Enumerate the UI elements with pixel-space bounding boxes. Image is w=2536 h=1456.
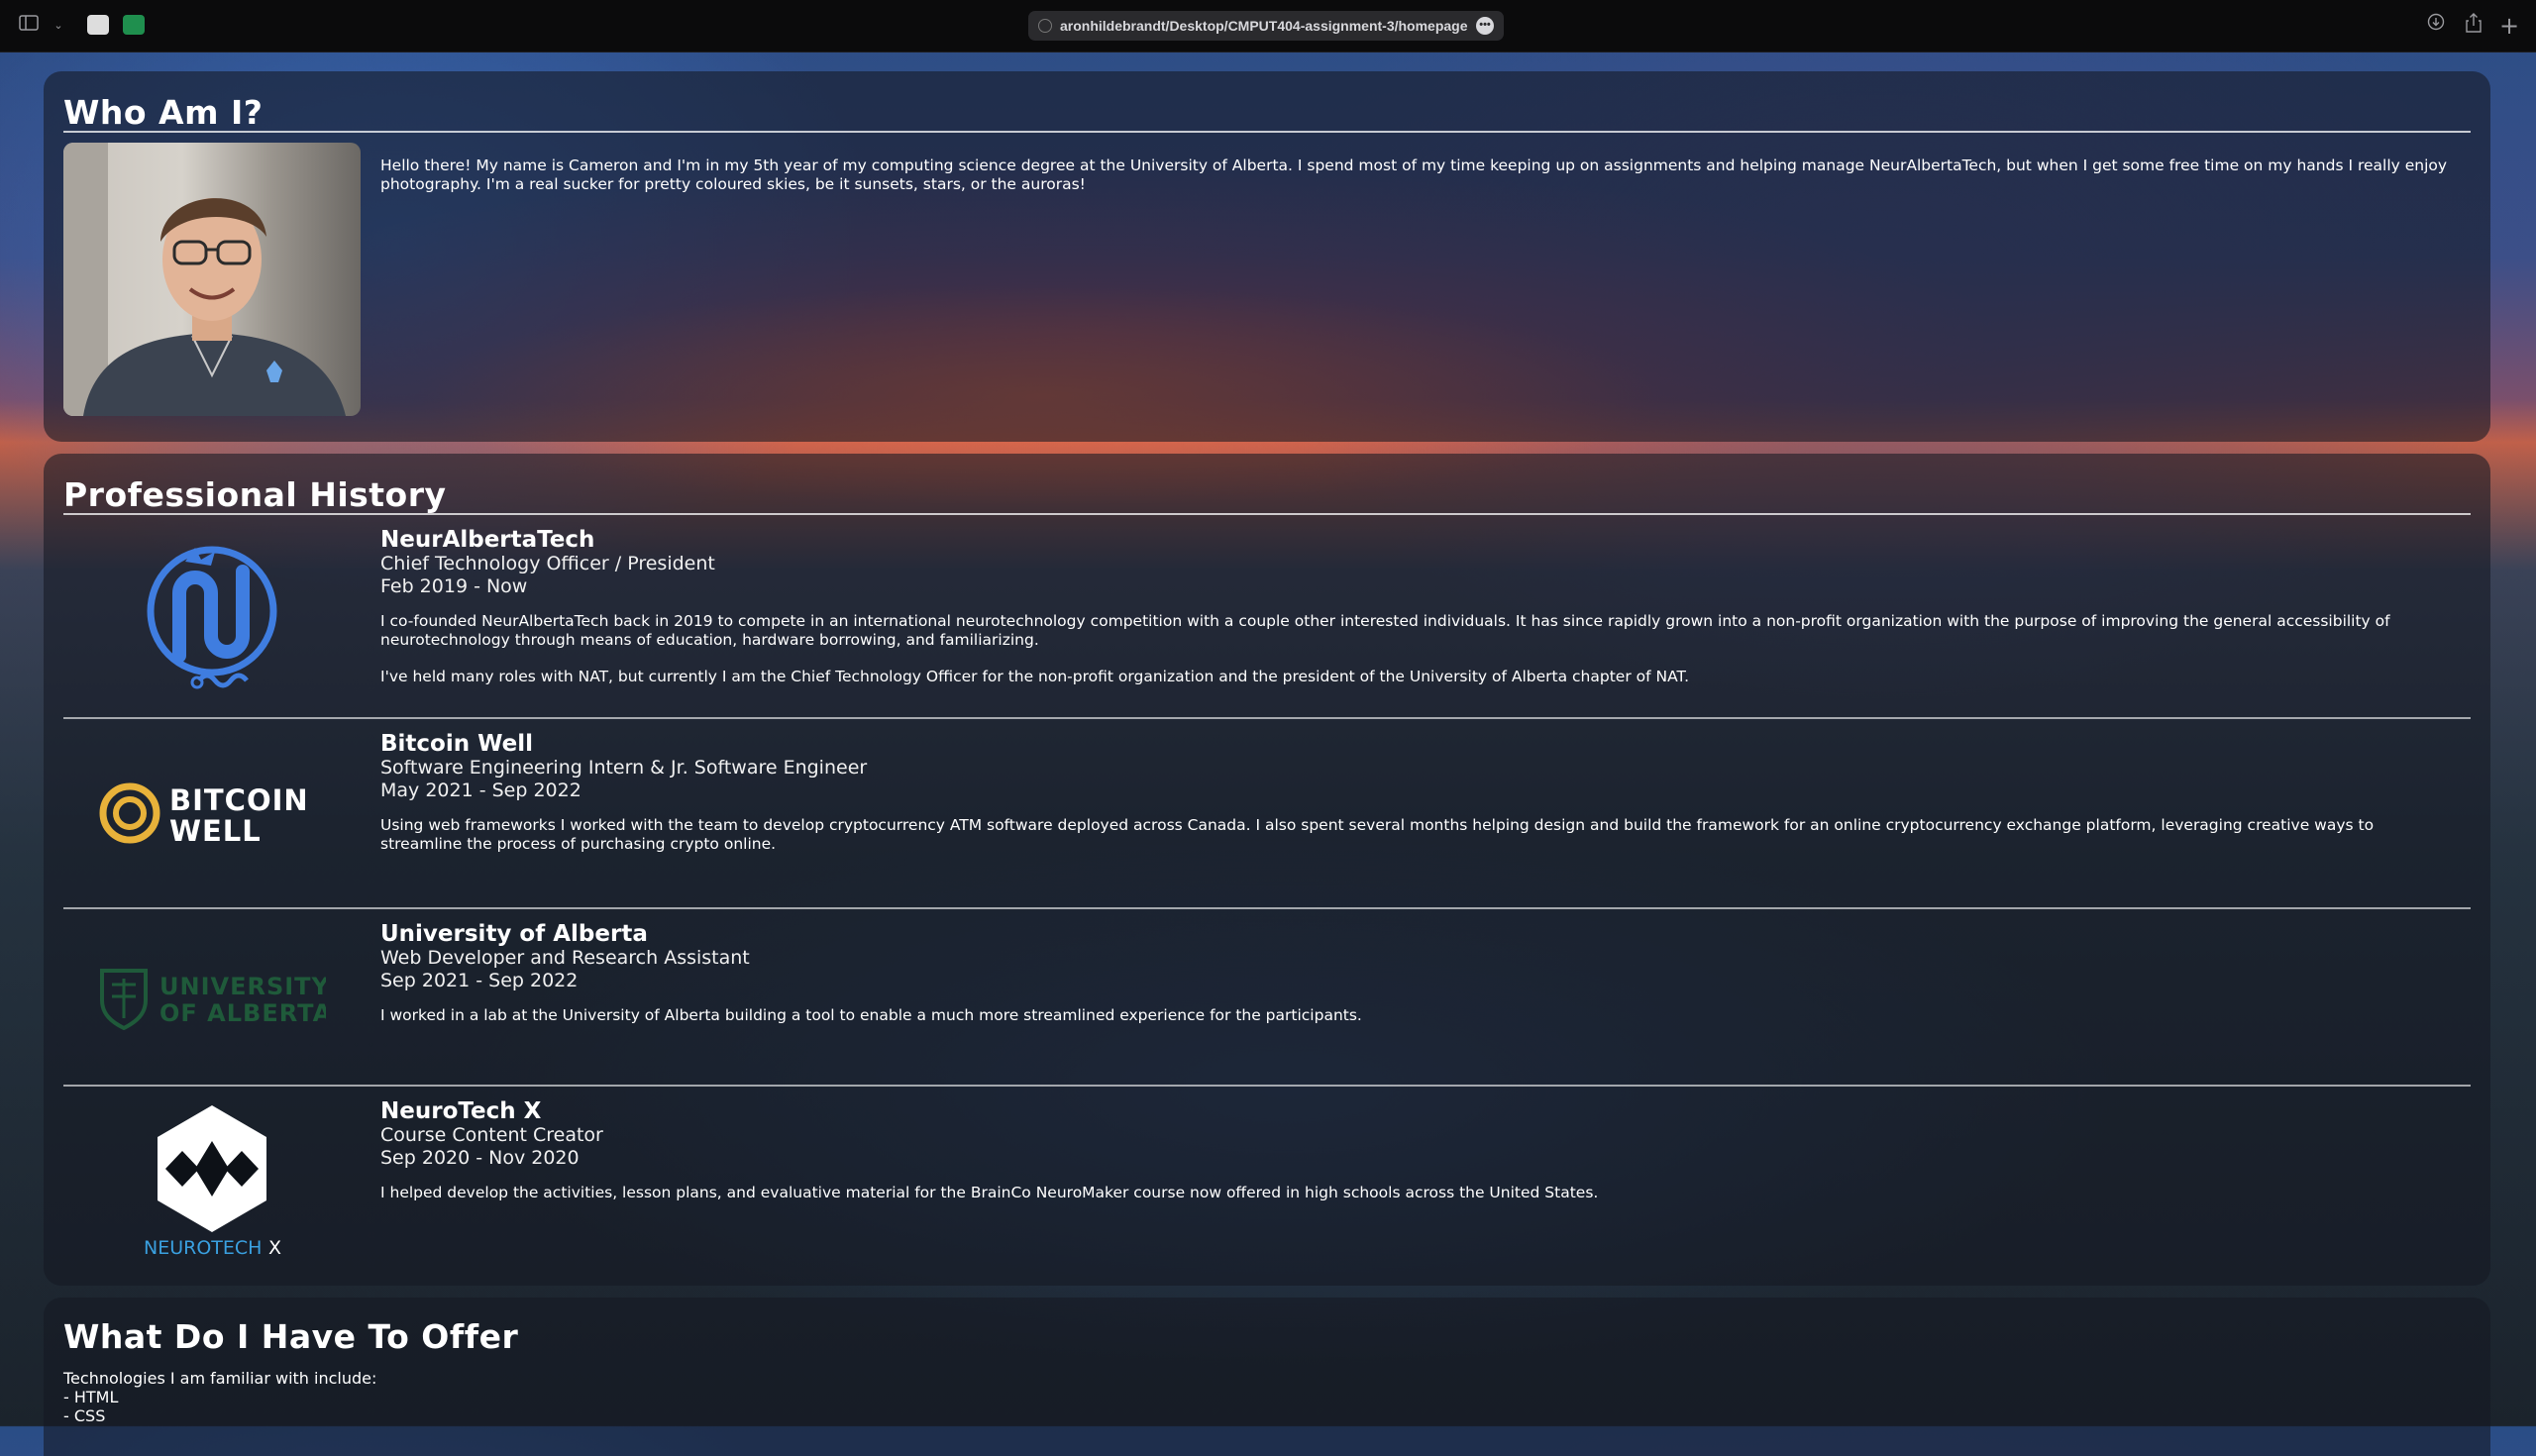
offer-item: - HTML xyxy=(63,1388,119,1406)
job-role: Software Engineering Intern & Jr. Softwa… xyxy=(380,757,868,779)
about-text: Hello there! My name is Cameron and I'm … xyxy=(380,156,2448,193)
job-role: Chief Technology Officer / President xyxy=(380,553,715,574)
tab-icon[interactable] xyxy=(87,15,109,35)
university-of-alberta-logo: UNIVERSITY OF ALBERTA xyxy=(63,909,361,1085)
job-description: I worked in a lab at the University of A… xyxy=(380,1006,1362,1024)
more-icon[interactable]: ••• xyxy=(1476,17,1494,35)
history-section: Professional History NeurAlbertaTech Chi… xyxy=(44,454,2490,1286)
offer-section: What Do I Have To Offer Technologies I a… xyxy=(44,1298,2490,1456)
bitcoin-logo-line2: WELL xyxy=(169,814,262,848)
profile-photo xyxy=(63,143,361,416)
company-name: University of Alberta xyxy=(380,921,648,947)
job-entry: NeurAlbertaTech Chief Technology Officer… xyxy=(63,515,2471,719)
job-description: I co-founded NeurAlbertaTech back in 201… xyxy=(380,612,2390,649)
job-dates: Feb 2019 - Now xyxy=(380,575,528,597)
job-description: Using web frameworks I worked with the t… xyxy=(380,816,2375,853)
spreadsheet-tab-icon[interactable] xyxy=(123,15,145,35)
neuralbertatech-logo xyxy=(63,515,361,717)
url-text: aronhildebrandt/Desktop/CMPUT404-assignm… xyxy=(1060,18,1468,34)
company-name: NeuroTech X xyxy=(380,1098,542,1124)
download-icon[interactable] xyxy=(2423,13,2449,39)
job-role: Web Developer and Research Assistant xyxy=(380,947,750,969)
job-dates: Sep 2020 - Nov 2020 xyxy=(380,1147,580,1169)
job-description: I helped develop the activities, lesson … xyxy=(380,1184,1599,1201)
chevron-down-icon[interactable]: ⌄ xyxy=(46,13,71,39)
address-bar[interactable]: aronhildebrandt/Desktop/CMPUT404-assignm… xyxy=(1028,11,1504,41)
job-description: I've held many roles with NAT, but curre… xyxy=(380,668,1690,685)
page-info-icon xyxy=(1038,19,1052,33)
ntx-logo-text: NEUROTECH xyxy=(144,1237,262,1259)
bitcoin-well-logo: BITCOIN WELL xyxy=(63,719,361,907)
sidebar-toggle-icon[interactable] xyxy=(16,13,42,39)
about-section: Who Am I? Hello there! My name is Camero… xyxy=(44,71,2490,442)
company-name: Bitcoin Well xyxy=(380,731,534,757)
neurotechx-logo: NEUROTECH X xyxy=(63,1087,361,1275)
job-entry: NEUROTECH X NeuroTech X Course Content C… xyxy=(63,1087,2471,1275)
share-icon[interactable] xyxy=(2461,13,2486,39)
offer-intro: Technologies I am familiar with include: xyxy=(63,1369,377,1388)
offer-heading: What Do I Have To Offer xyxy=(63,1317,519,1356)
job-entry: UNIVERSITY OF ALBERTA University of Albe… xyxy=(63,909,2471,1087)
job-role: Course Content Creator xyxy=(380,1124,603,1146)
browser-toolbar: ⌄ aronhildebrandt/Desktop/CMPUT404-assig… xyxy=(0,0,2536,52)
offer-item: - CSS xyxy=(63,1406,106,1425)
ualberta-logo-line2: OF ALBERTA xyxy=(159,999,326,1027)
new-tab-icon[interactable]: + xyxy=(2496,13,2522,39)
job-dates: Sep 2021 - Sep 2022 xyxy=(380,970,579,991)
about-heading: Who Am I? xyxy=(63,71,2471,133)
job-dates: May 2021 - Sep 2022 xyxy=(380,780,581,801)
ntx-logo-x: X xyxy=(268,1237,281,1259)
job-entry: BITCOIN WELL Bitcoin Well Software Engin… xyxy=(63,719,2471,909)
bitcoin-logo-line1: BITCOIN xyxy=(169,783,309,817)
company-name: NeurAlbertaTech xyxy=(380,527,595,553)
ualberta-logo-line1: UNIVERSITY xyxy=(159,973,326,1000)
history-heading: Professional History xyxy=(63,454,2471,515)
